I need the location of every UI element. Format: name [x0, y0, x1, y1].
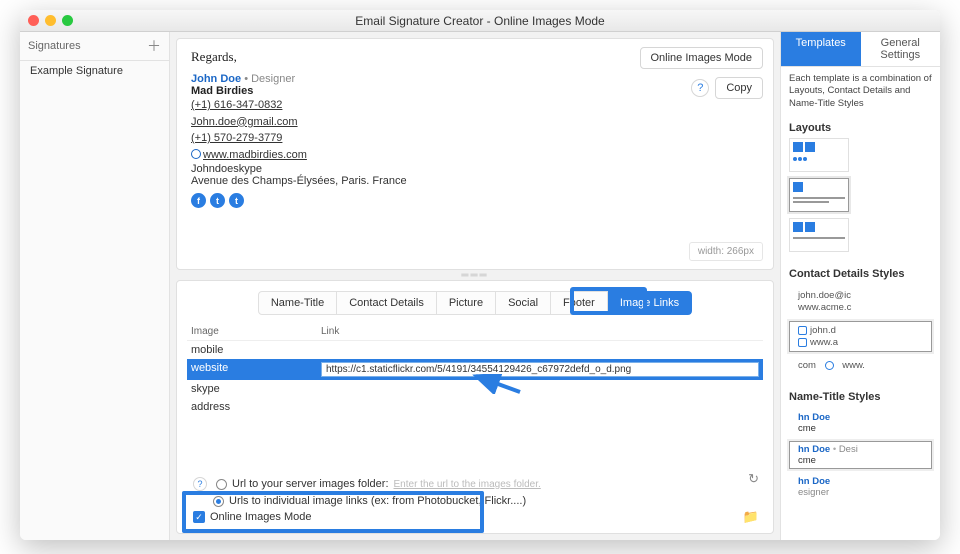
titlebar: Email Signature Creator - Online Images … — [20, 10, 940, 32]
cds-2[interactable]: john.d www.a — [789, 321, 932, 352]
help-icon[interactable]: ? — [691, 79, 709, 97]
signature-item[interactable]: Example Signature — [20, 61, 169, 81]
preview-actions: Online Images Mode — [640, 47, 764, 69]
templates-desc: Each template is a combination of Layout… — [781, 67, 940, 116]
window-title: Email Signature Creator - Online Images … — [20, 14, 940, 28]
phone2[interactable]: (+1) 570-279-3779 — [191, 130, 759, 147]
col-image: Image — [191, 326, 321, 337]
tab-name-title[interactable]: Name-Title — [258, 291, 337, 315]
open-folder-icon[interactable]: 📁 — [743, 509, 759, 525]
opt-online-mode: ✓ Online Images Mode 📁 — [187, 509, 763, 525]
folder-hint[interactable]: Enter the url to the images folder. — [394, 479, 541, 490]
options-area: ? Url to your server images folder: Ente… — [187, 473, 763, 527]
sidebar-header: Signatures ＋ — [20, 32, 169, 61]
radio-individual[interactable] — [213, 496, 224, 507]
tab-templates[interactable]: Templates — [781, 32, 861, 67]
tab-general-settings[interactable]: General Settings — [861, 32, 941, 67]
twitter-icon[interactable]: t — [210, 193, 225, 208]
globe-small-icon — [798, 338, 807, 347]
address-text: Avenue des Champs-Élysées, Paris. France — [191, 175, 759, 187]
center-panel: Online Images Mode ? Copy Regards, John … — [170, 32, 780, 540]
col-link: Link — [321, 326, 759, 337]
skype-text: Johndoeskype — [191, 163, 759, 175]
app-body: Signatures ＋ Example Signature Online Im… — [20, 32, 940, 540]
radio-folder[interactable] — [216, 479, 227, 490]
folder-label: Url to your server images folder: — [232, 478, 389, 490]
config-tabs: Name-Title Contact Details Picture Socia… — [187, 291, 763, 315]
cds-1[interactable]: john.doe@ic www.acme.c — [789, 286, 932, 317]
tab-contact-details[interactable]: Contact Details — [337, 291, 437, 315]
individual-label: Urls to individual image links (ex: from… — [229, 495, 526, 507]
online-mode-label: Online Images Mode — [210, 511, 312, 523]
row-website[interactable]: website — [187, 359, 763, 380]
name-text: John Doe — [191, 73, 241, 85]
preview-actions-2: ? Copy — [691, 77, 763, 99]
nts-1[interactable]: hn Doe cme — [789, 409, 932, 437]
layouts-header: Layouts — [781, 116, 940, 138]
tumblr-icon[interactable]: t — [229, 193, 244, 208]
phone1[interactable]: (+1) 616-347-0832 — [191, 97, 759, 114]
email[interactable]: John.doe@gmail.com — [191, 114, 759, 131]
sidebar: Signatures ＋ Example Signature — [20, 32, 170, 540]
copy-button[interactable]: Copy — [715, 77, 763, 99]
config-panel: Name-Title Contact Details Picture Socia… — [176, 280, 774, 534]
row-mobile[interactable]: mobile — [187, 341, 763, 359]
help-small-icon[interactable]: ? — [193, 477, 207, 491]
facebook-icon[interactable]: f — [191, 193, 206, 208]
app-window: Email Signature Creator - Online Images … — [20, 10, 940, 540]
tab-social[interactable]: Social — [496, 291, 551, 315]
nts-3[interactable]: hn Doe esigner — [789, 473, 932, 501]
tab-footer[interactable]: Footer — [551, 291, 608, 315]
cds-header: Contact Details Styles — [781, 262, 940, 284]
table-header: Image Link — [187, 323, 763, 341]
add-signature-icon[interactable]: ＋ — [147, 36, 161, 56]
layout-1[interactable] — [789, 138, 849, 172]
resize-grip[interactable]: ═══ — [176, 270, 774, 280]
tab-image-links[interactable]: Image Links — [608, 291, 692, 315]
right-tabs: Templates General Settings — [781, 32, 940, 67]
website[interactable]: www.madbirdies.com — [191, 147, 759, 164]
right-panel: Templates General Settings Each template… — [780, 32, 940, 540]
name-line: John Doe • Designer — [191, 73, 759, 85]
row-address[interactable]: address — [187, 398, 763, 416]
social-icons: f t t — [191, 193, 759, 208]
globe-icon — [191, 149, 201, 159]
nts-header: Name-Title Styles — [781, 385, 940, 407]
layout-thumbs — [781, 138, 940, 252]
online-images-mode-button[interactable]: Online Images Mode — [640, 47, 764, 69]
opt-individual: Urls to individual image links (ex: from… — [187, 493, 763, 509]
mail-icon — [798, 326, 807, 335]
refresh-icon[interactable]: ↻ — [748, 471, 759, 487]
sidebar-title: Signatures — [28, 40, 81, 52]
signature-preview: Online Images Mode ? Copy Regards, John … — [176, 38, 774, 270]
layout-3[interactable] — [789, 218, 849, 252]
layout-2[interactable] — [789, 178, 849, 212]
company-text: Mad Birdies — [191, 85, 759, 97]
cds-3[interactable]: com www. — [789, 356, 932, 375]
checkbox-online-mode[interactable]: ✓ — [193, 511, 205, 523]
link-input[interactable] — [321, 362, 759, 377]
globe-small-icon — [825, 361, 834, 370]
opt-folder: ? Url to your server images folder: Ente… — [187, 475, 763, 493]
tab-picture[interactable]: Picture — [437, 291, 496, 315]
role-text: Designer — [251, 73, 295, 85]
width-indicator: width: 266px — [689, 242, 763, 261]
nts-2[interactable]: hn Doe • Desi cme — [789, 441, 932, 469]
row-skype[interactable]: skype — [187, 380, 763, 398]
